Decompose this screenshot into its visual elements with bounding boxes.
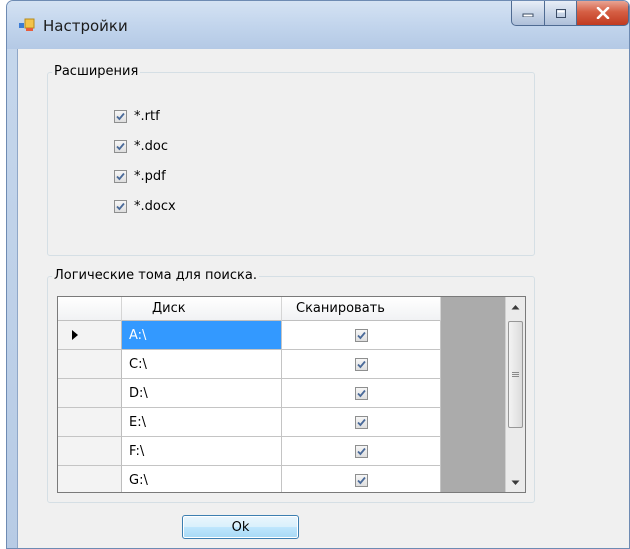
close-button[interactable] <box>577 1 629 26</box>
scroll-down-button[interactable] <box>507 474 524 491</box>
table-row[interactable]: C:\ <box>58 350 441 379</box>
app-icon <box>19 18 35 32</box>
row-header[interactable] <box>58 321 122 350</box>
scan-checkbox[interactable] <box>354 473 368 487</box>
row-header[interactable] <box>58 437 122 466</box>
scroll-down-arrow-icon <box>511 480 520 485</box>
disk-cell[interactable]: G:\ <box>122 466 282 492</box>
maximize-button[interactable] <box>545 1 577 26</box>
maximize-icon <box>555 8 566 18</box>
disk-cell-label: E:\ <box>129 414 146 430</box>
scan-cell[interactable] <box>282 321 441 350</box>
row-header[interactable] <box>58 466 122 492</box>
scan-checkbox[interactable] <box>354 415 368 429</box>
extension-pdf-checkbox[interactable] <box>114 169 127 183</box>
row-header[interactable] <box>58 379 122 408</box>
extensions-group-title: Расширения <box>52 64 141 79</box>
extension-rtf-checkbox[interactable] <box>114 109 127 123</box>
extension-pdf-label: *.pdf <box>134 168 166 184</box>
extension-doc-checkbox[interactable] <box>114 139 127 153</box>
table-row[interactable]: D:\ <box>58 379 441 408</box>
volumes-group: Логические тома для поиска. Диск Сканиро… <box>47 268 535 503</box>
disk-cell-label: C:\ <box>129 356 147 372</box>
extension-doc-option[interactable]: *.doc <box>114 136 168 156</box>
scan-cell[interactable] <box>282 466 441 492</box>
extension-docx-label: *.docx <box>134 198 176 214</box>
scrollbar-grip-icon <box>512 372 519 377</box>
volumes-grid[interactable]: Диск Сканировать A:\ C:\ D:\ E:\ F:\ G:\ <box>57 296 526 493</box>
scroll-up-arrow-icon <box>511 304 520 309</box>
column-header-scan[interactable]: Сканировать <box>282 297 441 321</box>
minimize-icon <box>522 13 534 17</box>
scroll-up-button[interactable] <box>507 298 524 315</box>
row-header[interactable] <box>58 408 122 437</box>
current-row-arrow-icon <box>72 330 78 340</box>
extension-doc-label: *.doc <box>134 138 168 154</box>
disk-cell-label: A:\ <box>129 327 147 343</box>
scan-cell[interactable] <box>282 437 441 466</box>
disk-cell[interactable]: C:\ <box>122 350 282 379</box>
disk-cell[interactable]: E:\ <box>122 408 282 437</box>
extension-rtf-label: *.rtf <box>134 108 160 124</box>
disk-cell[interactable]: A:\ <box>122 321 282 350</box>
column-header-scan-label: Сканировать <box>296 301 385 316</box>
table-row[interactable]: A:\ <box>58 321 441 350</box>
grid-header: Диск Сканировать <box>58 297 441 321</box>
scan-checkbox[interactable] <box>354 328 368 342</box>
extensions-group: Расширения *.rtf *.doc *.pdf *.docx <box>47 64 535 256</box>
disk-cell-label: D:\ <box>129 385 148 401</box>
extension-rtf-option[interactable]: *.rtf <box>114 106 160 126</box>
scan-cell[interactable] <box>282 408 441 437</box>
extension-docx-option[interactable]: *.docx <box>114 196 176 216</box>
vertical-scrollbar[interactable] <box>505 297 525 492</box>
scan-checkbox[interactable] <box>354 357 368 371</box>
extension-docx-checkbox[interactable] <box>114 199 127 213</box>
table-row[interactable]: G:\ <box>58 466 441 492</box>
disk-cell-label: F:\ <box>129 443 145 459</box>
disk-cell[interactable]: F:\ <box>122 437 282 466</box>
dialog-client-area: Расширения *.rtf *.doc *.pdf *.docx Логи… <box>17 49 629 548</box>
table-row[interactable]: E:\ <box>58 408 441 437</box>
scan-checkbox[interactable] <box>354 444 368 458</box>
row-header[interactable] <box>58 350 122 379</box>
settings-window: Настройки Расширения *.rtf *.doc *.pdf *… <box>6 0 630 549</box>
disk-cell[interactable]: D:\ <box>122 379 282 408</box>
scan-cell[interactable] <box>282 350 441 379</box>
scan-checkbox[interactable] <box>354 386 368 400</box>
extension-pdf-option[interactable]: *.pdf <box>114 166 166 186</box>
grid-corner-header[interactable] <box>58 297 122 321</box>
volumes-group-title: Логические тома для поиска. <box>52 268 259 283</box>
ok-button-label: Ok <box>231 519 250 535</box>
column-header-disk[interactable]: Диск <box>122 297 282 321</box>
minimize-button[interactable] <box>511 1 545 26</box>
disk-cell-label: G:\ <box>129 472 148 488</box>
table-row[interactable]: F:\ <box>58 437 441 466</box>
ok-button[interactable]: Ok <box>182 515 299 539</box>
title-bar[interactable]: Настройки <box>7 1 629 49</box>
close-icon <box>596 7 609 19</box>
window-title: Настройки <box>43 17 128 35</box>
scan-cell[interactable] <box>282 379 441 408</box>
column-header-disk-label: Диск <box>152 301 186 316</box>
scrollbar-thumb[interactable] <box>508 321 523 428</box>
